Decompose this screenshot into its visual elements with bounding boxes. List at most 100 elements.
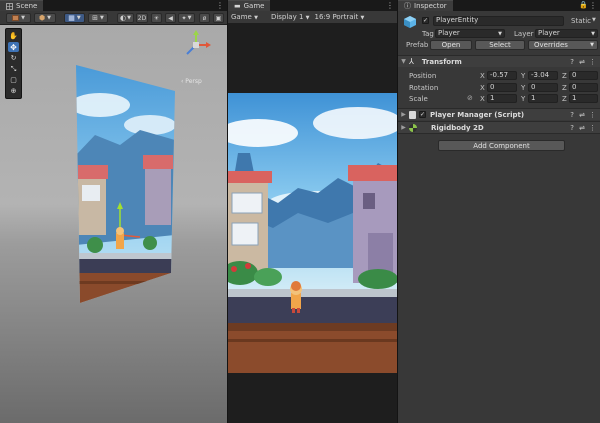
rotation-x-label[interactable]: X <box>480 84 485 92</box>
scale-x-label[interactable]: X <box>480 95 485 103</box>
view-tool[interactable]: ✋ <box>8 31 19 41</box>
chevron-down-icon: ▼ <box>590 42 594 48</box>
preset-icon[interactable]: ⇌ <box>579 124 585 132</box>
hidden-objects-toggle[interactable]: ø <box>199 13 210 23</box>
script-icon <box>409 110 416 119</box>
prefab-open-label: Open <box>441 41 461 49</box>
position-x-label[interactable]: X <box>480 72 485 80</box>
rotation-y-value: 0 <box>531 83 536 91</box>
preset-icon[interactable]: ⇌ <box>579 111 585 119</box>
help-icon[interactable]: ? <box>570 58 574 66</box>
chevron-down-icon: ▼ <box>76 15 81 21</box>
rigidbody-2d-header[interactable]: ▶ Rigidbody 2D ? ⇌ ⋮ <box>398 121 600 133</box>
transform-header[interactable]: ▼ ⅄ Transform ? ⇌ ⋮ <box>398 55 600 67</box>
game-view-select[interactable]: Game ▼ <box>231 13 258 21</box>
rotation-x-value: 0 <box>490 83 495 91</box>
position-y-label[interactable]: Y <box>521 72 525 80</box>
add-component-button[interactable]: Add Component <box>438 140 565 151</box>
position-z-label[interactable]: Z <box>562 72 567 80</box>
constrain-proportions-icon[interactable]: ⊘ <box>467 94 473 102</box>
position-z-field[interactable]: 0 <box>569 71 598 80</box>
preset-icon[interactable]: ⇌ <box>579 58 585 66</box>
rotation-z-label[interactable]: Z <box>562 84 567 92</box>
display-label: Display 1 <box>270 13 304 21</box>
inspector-panel: ⓘ Inspector 🔒 ⋮ ✓ PlayerEntity Static ▼ … <box>398 0 600 423</box>
transform-icon: ⅄ <box>409 57 414 66</box>
component-menu-icon[interactable]: ⋮ <box>589 124 596 132</box>
rotation-y-label[interactable]: Y <box>521 84 525 92</box>
grid-snap-button[interactable]: ▦ ▼ <box>64 13 85 23</box>
scale-z-field[interactable]: 1 <box>569 94 598 103</box>
gizmo-orient-button[interactable]: ⬢ ▼ <box>34 13 56 23</box>
prefab-overrides-dropdown[interactable]: Overrides ▼ <box>528 40 598 50</box>
help-icon[interactable]: ? <box>570 111 574 119</box>
tag-dropdown[interactable]: Player ▼ <box>435 29 505 38</box>
layer-value: Player <box>538 29 560 37</box>
move-arrows-icon: ✥ <box>10 42 17 52</box>
chevron-down-icon: ▼ <box>305 15 310 21</box>
component-enabled-checkbox[interactable]: ✓ <box>419 111 426 118</box>
rect-tool[interactable]: ▢ <box>8 75 19 85</box>
mode-2d-toggle[interactable]: 2D <box>136 13 148 23</box>
scale-tool[interactable]: ⤡ <box>8 64 19 74</box>
position-x-field[interactable]: -0.57 <box>487 71 517 80</box>
component-menu-icon[interactable]: ⋮ <box>589 111 596 119</box>
audio-toggle[interactable]: ◀ <box>165 13 176 23</box>
lock-icon[interactable]: 🔒 <box>579 1 588 9</box>
tab-game[interactable]: ▬ Game <box>228 0 271 11</box>
scene-menu-icon[interactable]: ⋮ <box>216 1 224 10</box>
tab-scene[interactable]: Scene <box>0 0 44 11</box>
scene-viewport[interactable]: ✋ ✥ ↻ ⤡ ▢ ⊕ ‹ Persp <box>0 25 227 423</box>
scene-tab-label: Scene <box>16 2 38 10</box>
aspect-select[interactable]: 16:9 Portrait ▼ <box>315 13 365 21</box>
rotate-tool[interactable]: ↻ <box>8 53 19 63</box>
shading-mode-button[interactable]: ◐ ▼ <box>117 13 134 23</box>
projection-label[interactable]: ‹ Persp <box>181 78 202 85</box>
rotation-y-field[interactable]: 0 <box>528 83 558 92</box>
game-menu-icon[interactable]: ⋮ <box>386 1 394 10</box>
divider <box>398 133 600 134</box>
object-name-field[interactable]: PlayerEntity <box>433 16 564 26</box>
rotation-z-field[interactable]: 0 <box>569 83 598 92</box>
gamepad-icon: ▬ <box>234 2 241 10</box>
game-toolbar: Game ▼ Display 1 ▼ 16:9 Portrait ▼ <box>228 11 397 24</box>
inspector-menu-icon[interactable]: ⋮ <box>589 1 597 10</box>
prefab-overrides-label: Overrides <box>534 41 568 49</box>
lighting-toggle[interactable]: ☀ <box>151 13 162 23</box>
help-icon[interactable]: ? <box>570 124 574 132</box>
effects-toggle[interactable]: ✦ ▼ <box>178 13 195 23</box>
scale-x-field[interactable]: 1 <box>487 94 517 103</box>
chevron-down-icon: ▼ <box>47 15 51 21</box>
display-select[interactable]: Display 1 ▼ <box>271 13 310 21</box>
tab-inspector[interactable]: ⓘ Inspector <box>398 0 453 11</box>
chevron-down-icon: ▼ <box>254 15 258 21</box>
draw-mode-button[interactable]: ▼ <box>6 13 31 23</box>
prefab-open-button[interactable]: Open <box>430 40 472 50</box>
eye-off-icon: ø <box>202 14 207 22</box>
scale-y-field[interactable]: 1 <box>528 94 558 103</box>
scale-z-label[interactable]: Z <box>562 95 567 103</box>
aspect-label: 16:9 Portrait <box>314 13 359 21</box>
layer-dropdown[interactable]: Player ▼ <box>535 29 598 38</box>
position-y-field[interactable]: -3.04 <box>528 71 558 80</box>
grid-snap-icon: ▦ <box>68 14 75 22</box>
shading-sphere-icon: ◐ <box>120 14 127 22</box>
rotation-z-value: 0 <box>572 83 577 91</box>
layer-label: Layer <box>514 30 534 38</box>
transform-tool[interactable]: ⊕ <box>8 86 19 96</box>
player-manager-header[interactable]: ▶ ✓ Player Manager (Script) ? ⇌ ⋮ <box>398 108 600 120</box>
static-dropdown-icon[interactable]: ▼ <box>592 17 596 23</box>
game-tabbar: ▬ Game ⋮ <box>228 0 397 11</box>
component-menu-icon[interactable]: ⋮ <box>589 58 596 66</box>
transform-icon: ⊕ <box>10 87 17 95</box>
scene-camera-button[interactable]: ▣ <box>213 13 224 23</box>
prefab-select-button[interactable]: Select <box>475 40 525 50</box>
scene-panel: Scene ⋮ ▼ ⬢ ▼ ▦ ▼ ⊞ ▼ ◐ ▼ 2D ☀ ◀ ✦ ▼ ø ▣… <box>0 0 227 423</box>
active-checkbox[interactable]: ✓ <box>422 17 429 24</box>
scale-y-label[interactable]: Y <box>521 95 525 103</box>
game-view[interactable] <box>228 93 397 373</box>
scene-orientation-gizmo[interactable] <box>181 30 211 60</box>
rotation-x-field[interactable]: 0 <box>487 83 517 92</box>
move-tool[interactable]: ✥ <box>8 42 19 52</box>
snap-settings-button[interactable]: ⊞ ▼ <box>88 13 108 23</box>
